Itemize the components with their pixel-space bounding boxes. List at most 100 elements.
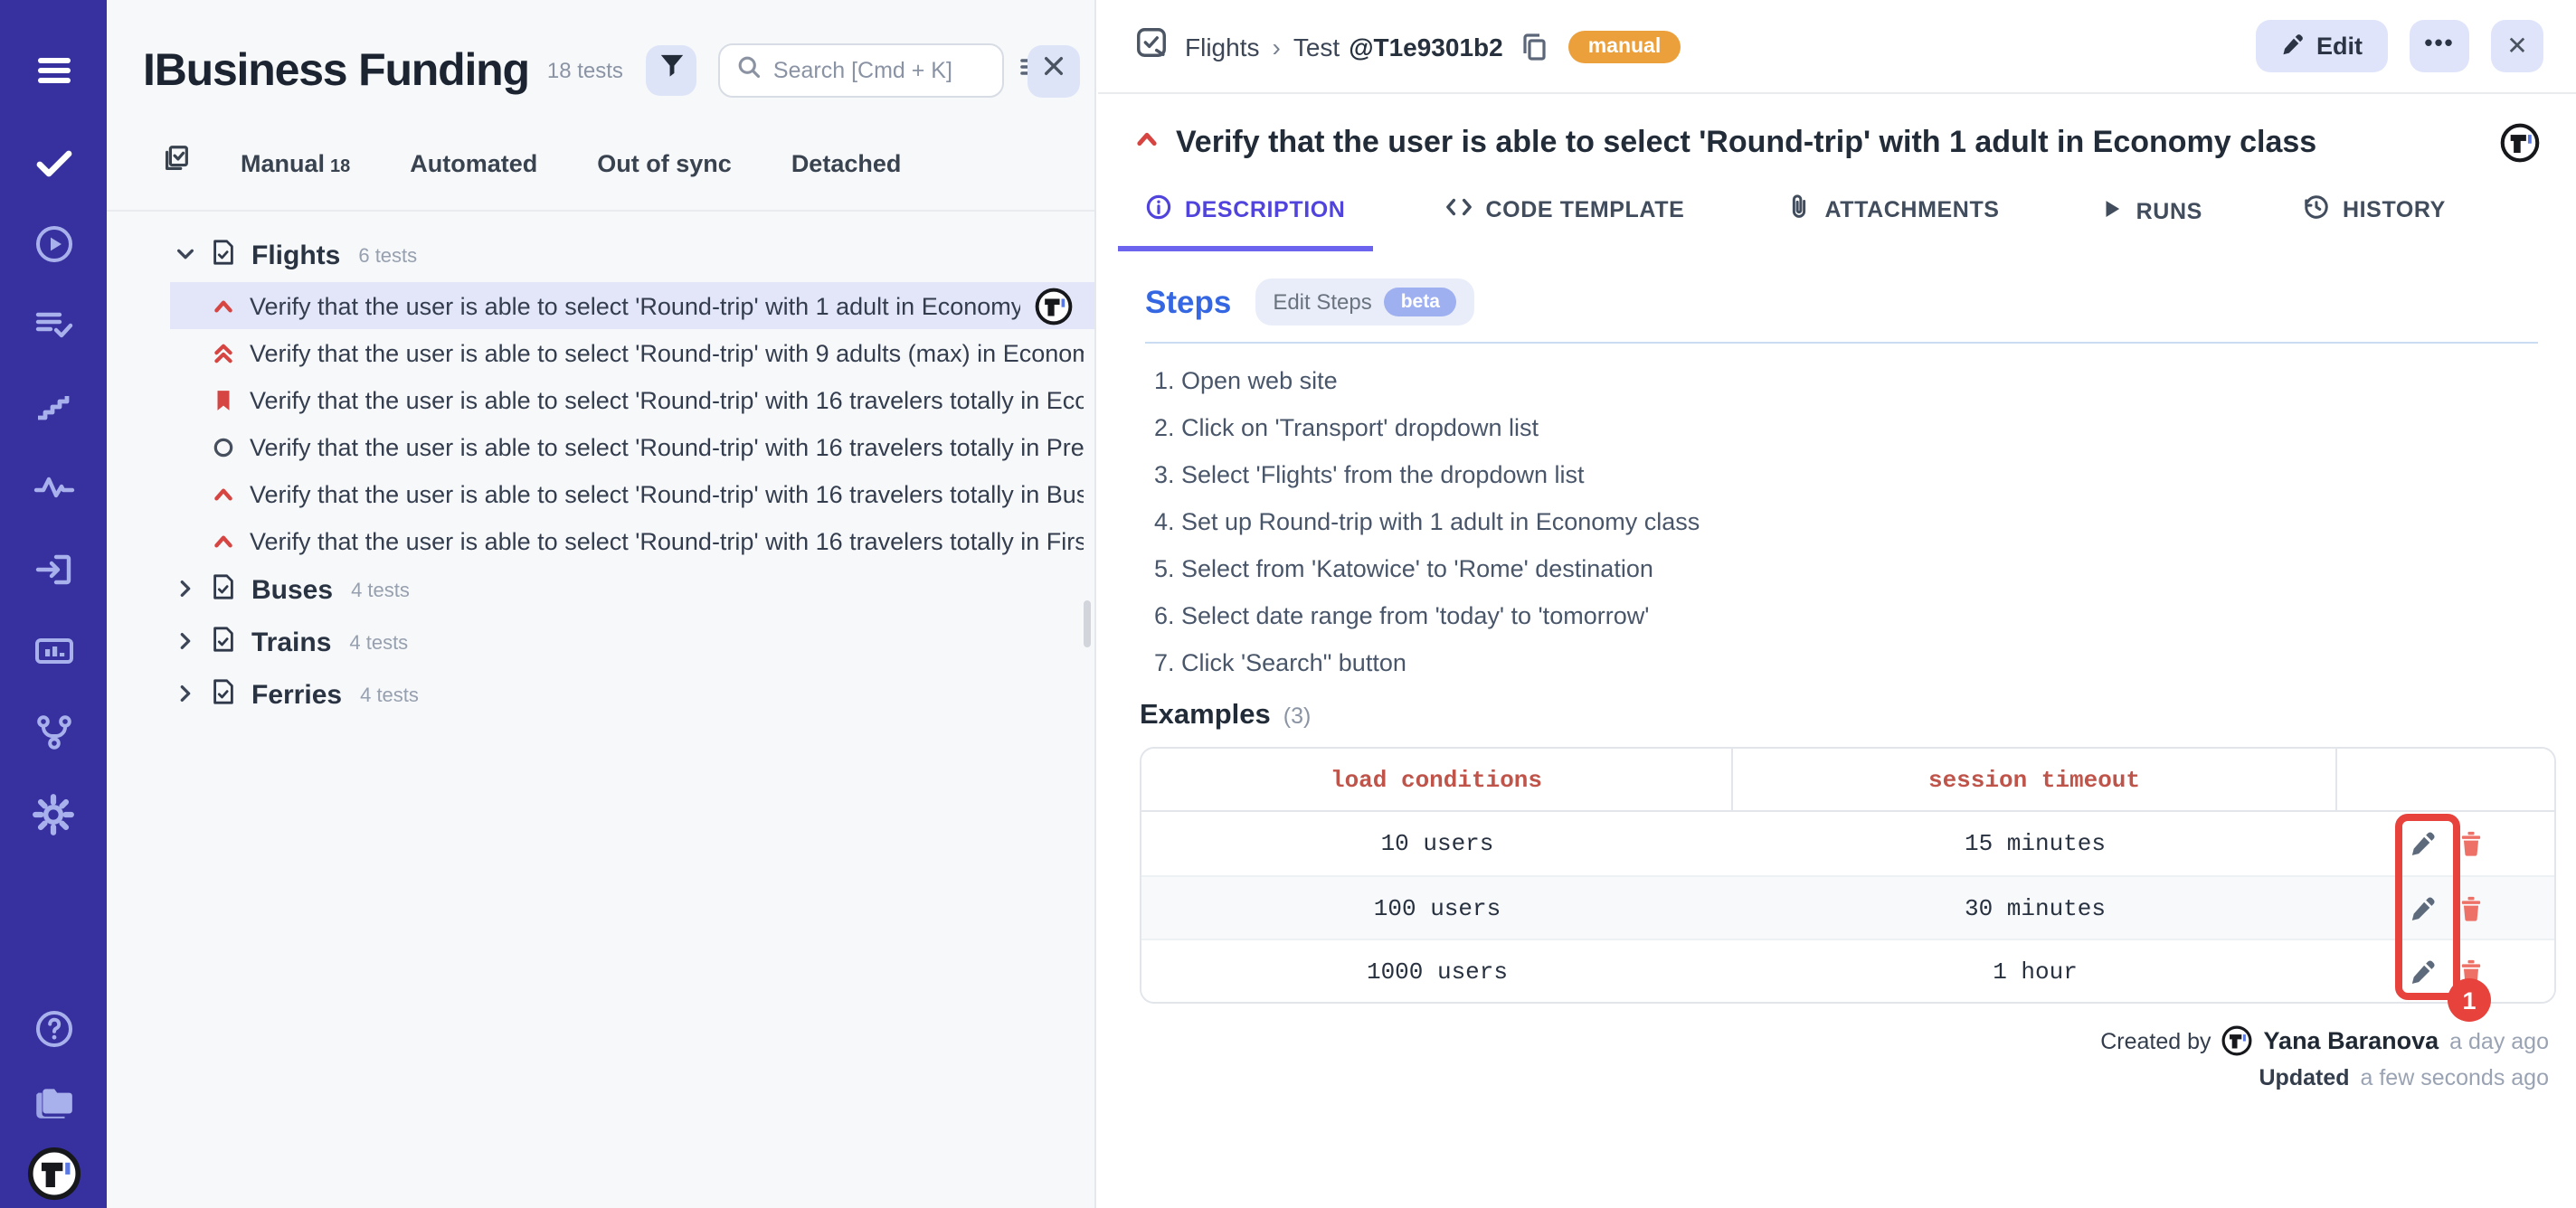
test-tree: Flights 6 tests Verify that the user is … <box>107 212 1094 722</box>
folder-count: 4 tests <box>351 580 410 601</box>
updated-label: Updated <box>2259 1065 2350 1090</box>
app-logo[interactable] <box>26 1147 80 1201</box>
play-icon <box>2100 197 2124 226</box>
filter-button[interactable] <box>647 45 697 96</box>
folder-flights[interactable]: Flights 6 tests <box>107 230 1094 282</box>
examples-header-row: load conditions session timeout <box>1141 749 2554 812</box>
annotation-badge: 1 <box>2448 978 2491 1022</box>
delete-row-button[interactable] <box>2458 830 2483 857</box>
tab-automated[interactable]: Automated <box>410 149 537 176</box>
analytics-chart-icon[interactable] <box>30 628 77 675</box>
column-actions <box>2337 749 2554 812</box>
pencil-icon <box>2280 32 2304 61</box>
settings-gear-icon[interactable] <box>30 790 77 837</box>
copy-id-button[interactable] <box>1520 32 1548 61</box>
close-panel-button[interactable] <box>1028 44 1081 97</box>
edit-row-button[interactable] <box>2409 958 2436 985</box>
breadcrumb-section[interactable]: Flights <box>1185 32 1259 61</box>
tab-history[interactable]: HISTORY <box>2276 193 2473 251</box>
checklist-icon[interactable] <box>161 143 192 183</box>
priority-highest-icon <box>212 341 235 364</box>
folder-ferries[interactable]: Ferries 4 tests <box>107 669 1094 722</box>
test-explorer-panel: IBusiness Funding 18 tests Manual18 Auto… <box>107 0 1096 1208</box>
edit-row-button[interactable] <box>2409 830 2436 857</box>
paperclip-icon <box>1785 193 1812 226</box>
example-row: 1000 users 1 hour <box>1141 939 2554 1002</box>
test-row-selected[interactable]: Verify that the user is able to select '… <box>170 282 1094 329</box>
step-item: Set up Round-trip with 1 adult in Econom… <box>1181 508 2576 535</box>
steps-heading: Steps <box>1145 283 1231 321</box>
test-row[interactable]: Verify that the user is able to select '… <box>170 470 1094 517</box>
beta-badge: beta <box>1385 288 1456 316</box>
help-icon[interactable] <box>30 1005 77 1052</box>
examples-heading: Examples <box>1140 700 1271 732</box>
test-row[interactable]: Verify that the user is able to select '… <box>170 329 1094 376</box>
manual-count: 18 <box>330 156 350 176</box>
created-by-line: Created by Yana Baranova a day ago <box>1098 1025 2549 1056</box>
close-detail-button[interactable]: ✕ <box>2491 20 2543 72</box>
avatar <box>2222 1025 2253 1056</box>
step-item: Select 'Flights' from the dropdown list <box>1181 461 2576 488</box>
test-detail-title: Verify that the user is able to select '… <box>1176 125 2484 161</box>
tab-runs[interactable]: RUNS <box>2073 197 2230 251</box>
project-tests-count: 18 tests <box>547 58 623 83</box>
test-plans-icon[interactable] <box>30 302 77 349</box>
step-item: Click 'Search" button <box>1181 649 2576 676</box>
app-window: IBusiness Funding 18 tests Manual18 Auto… <box>0 0 2576 1208</box>
activity-pulse-icon[interactable] <box>30 465 77 512</box>
test-title: Verify that the user is able to select '… <box>250 339 1084 366</box>
column-load-conditions: load conditions <box>1141 749 1733 812</box>
more-actions-button[interactable]: ••• <box>2410 20 2469 72</box>
chevron-right-icon <box>175 679 195 712</box>
tab-attachments[interactable]: ATTACHMENTS <box>1757 193 2026 251</box>
funnel-icon <box>658 52 686 89</box>
test-row[interactable]: Verify that the user is able to select '… <box>170 423 1094 470</box>
priority-normal-icon <box>212 435 235 458</box>
examples-header: Examples (3) <box>1140 700 2576 732</box>
search-box <box>719 43 1005 98</box>
column-session-timeout: session timeout <box>1733 749 2337 812</box>
folder-count: 6 tests <box>358 245 417 267</box>
info-icon <box>1145 193 1172 226</box>
menu-icon[interactable] <box>30 47 77 94</box>
folder-buses[interactable]: Buses 4 tests <box>107 564 1094 617</box>
tab-out-of-sync[interactable]: Out of sync <box>597 149 732 176</box>
created-by-user: Yana Baranova <box>2264 1027 2439 1054</box>
priority-high-icon <box>212 294 235 317</box>
tests-check-icon[interactable] <box>30 139 77 186</box>
runs-play-icon[interactable] <box>30 221 77 268</box>
test-row[interactable]: Verify that the user is able to select '… <box>170 517 1094 564</box>
projects-folder-icon[interactable] <box>30 1078 77 1125</box>
delete-row-button[interactable] <box>2458 894 2483 921</box>
tab-detached[interactable]: Detached <box>791 149 902 176</box>
search-icon <box>737 53 762 88</box>
folder-trains[interactable]: Trains 4 tests <box>107 617 1094 669</box>
example-row: 10 users 15 minutes <box>1141 812 2554 875</box>
test-id: @T1e9301b2 <box>1349 32 1503 61</box>
tab-description[interactable]: DESCRIPTION <box>1118 193 1372 251</box>
priority-critical-icon <box>212 388 235 411</box>
breadcrumb-separator: › <box>1272 32 1280 61</box>
test-title: Verify that the user is able to select '… <box>250 480 1084 507</box>
step-item: Open web site <box>1181 367 2576 394</box>
examples-count: (3) <box>1283 703 1312 729</box>
cell-timeout: 30 minutes <box>1733 875 2337 939</box>
edit-steps-button[interactable]: Edit Steps beta <box>1255 278 1474 326</box>
priority-high-icon <box>1134 126 1160 160</box>
import-icon[interactable] <box>30 546 77 593</box>
explorer-header: IBusiness Funding 18 tests <box>107 0 1094 98</box>
test-row[interactable]: Verify that the user is able to select '… <box>170 376 1094 423</box>
edit-button[interactable]: Edit <box>2255 20 2388 72</box>
steps-stairs-icon[interactable] <box>30 383 77 430</box>
code-icon <box>1446 193 1473 226</box>
tab-manual[interactable]: Manual18 <box>241 149 350 176</box>
branches-icon[interactable] <box>30 709 77 756</box>
tree-scrollbar-thumb[interactable] <box>1084 600 1091 647</box>
examples-table: load conditions session timeout 10 users… <box>1140 747 2556 1004</box>
detail-tabs: DESCRIPTION CODE TEMPLATE ATTACHMENTS RU… <box>1098 163 2576 251</box>
tab-code-template[interactable]: CODE TEMPLATE <box>1419 193 1712 251</box>
chevron-down-icon <box>175 240 195 272</box>
edit-row-button[interactable] <box>2409 894 2436 921</box>
search-input[interactable] <box>773 58 987 83</box>
suite-doc-icon <box>210 677 237 713</box>
